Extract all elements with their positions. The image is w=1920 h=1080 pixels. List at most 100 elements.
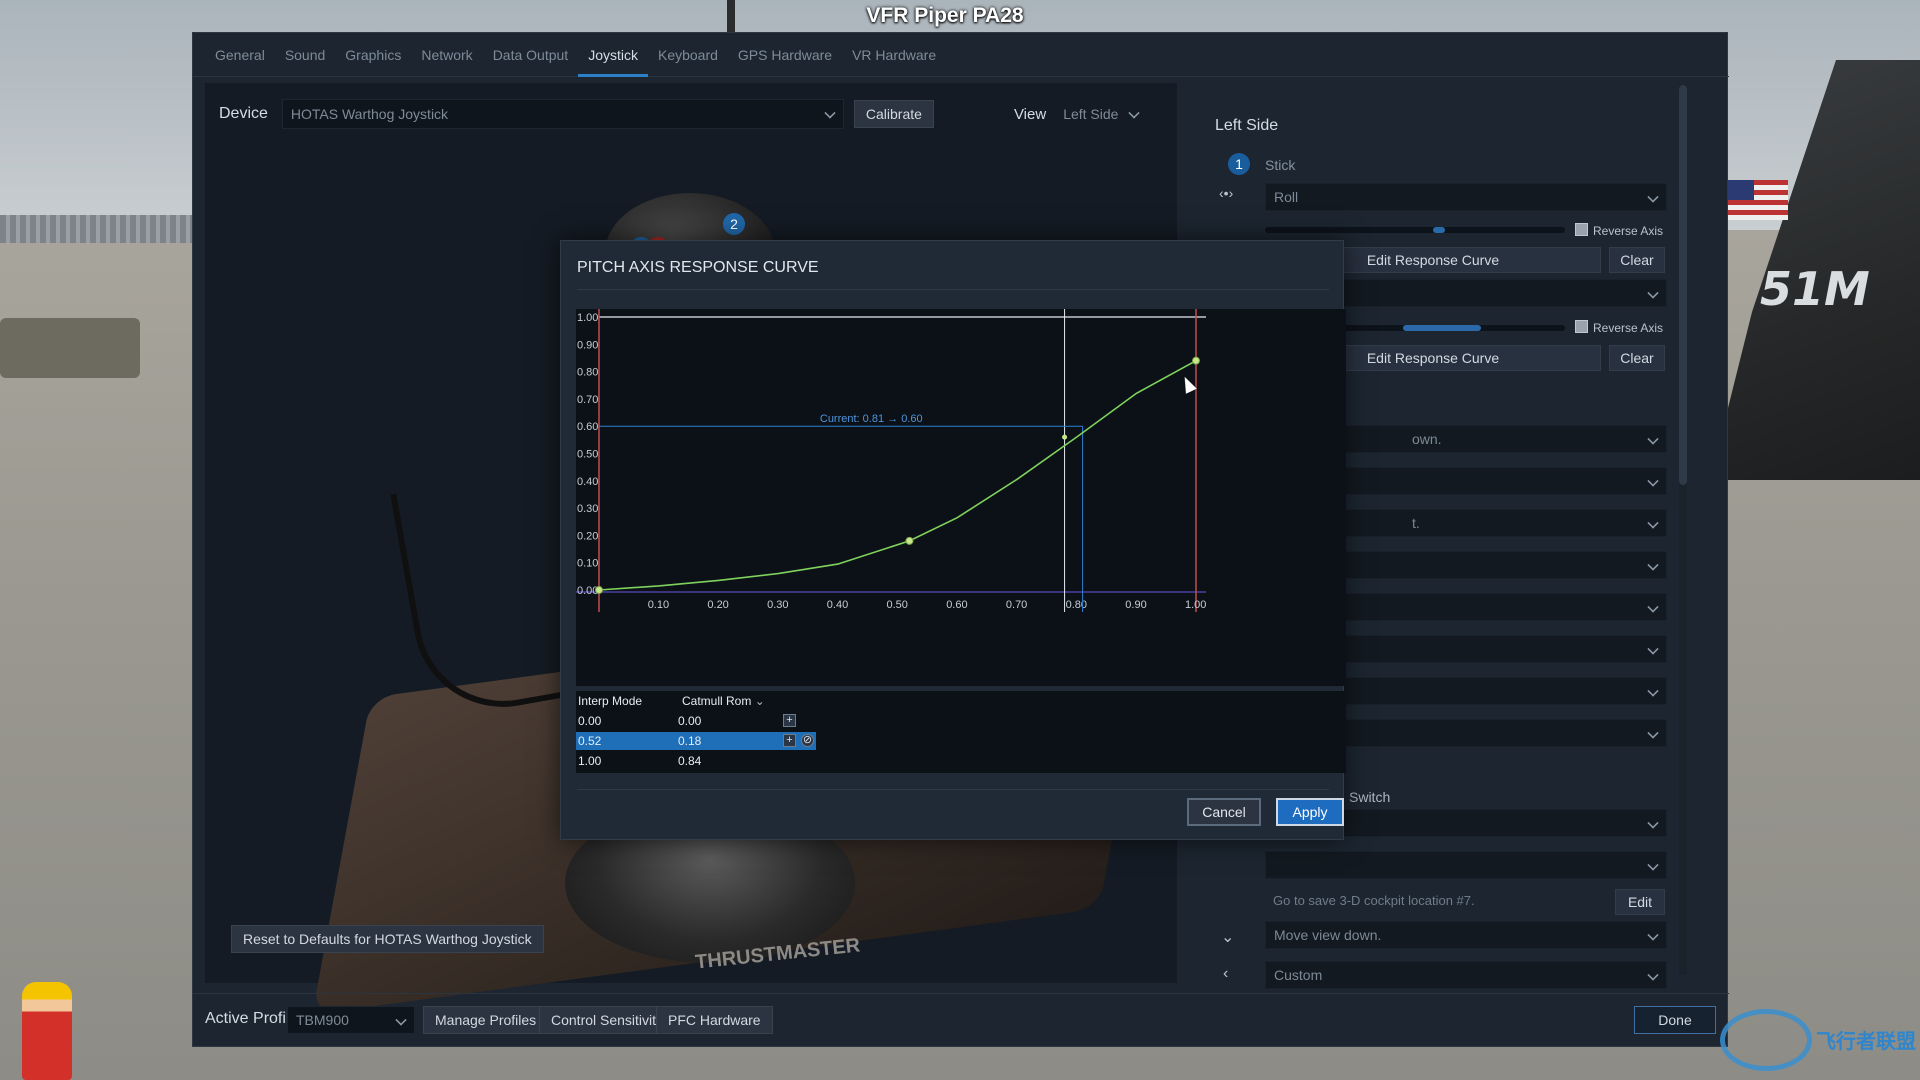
- tab-general[interactable]: General: [205, 33, 275, 77]
- add-point-button[interactable]: +: [783, 734, 796, 747]
- y-tick-label: 0.20: [577, 530, 598, 542]
- tab-bar: General Sound Graphics Network Data Outp…: [193, 33, 1729, 77]
- reverse-axis-checkbox-1[interactable]: [1575, 223, 1588, 236]
- chevron-down-icon: [1647, 287, 1659, 299]
- control-sensitivity-button[interactable]: Control Sensitivity: [539, 1006, 676, 1034]
- clear-button-1[interactable]: Clear: [1609, 247, 1665, 273]
- device-label: Device: [219, 105, 268, 122]
- point-y[interactable]: 0.84: [678, 754, 701, 768]
- interp-mode-label: Interp Mode: [578, 694, 643, 708]
- manage-profiles-button[interactable]: Manage Profiles: [423, 1006, 549, 1034]
- divider: [577, 289, 1329, 290]
- y-tick-label: 0.70: [577, 394, 598, 406]
- current-curve-marker: [1062, 434, 1068, 440]
- flag-decal: [1728, 180, 1788, 220]
- move-view-select[interactable]: Move view down.: [1265, 921, 1667, 949]
- y-tick-label: 0.10: [577, 558, 598, 570]
- tab-sound[interactable]: Sound: [275, 33, 335, 77]
- clear-button-2[interactable]: Clear: [1609, 345, 1665, 371]
- y-tick-label: 0.40: [577, 476, 598, 488]
- control-point: [905, 536, 914, 545]
- stick-badge: 1: [1228, 153, 1250, 175]
- calibrate-button[interactable]: Calibrate: [853, 100, 934, 128]
- response-curve-dialog: PITCH AXIS RESPONSE CURVE 0.00 0.10 0.20 0.…: [560, 240, 1346, 840]
- current-value-label: Current: 0.81 → 0.60: [820, 413, 923, 425]
- button-select-3-value: t.: [1412, 515, 1420, 531]
- response-curve-chart[interactable]: 0.00 0.10 0.20 0.30 0.40 0.50 0.60 0.70 0.80 0.90…: [576, 309, 1346, 686]
- scrollbar[interactable]: [1679, 85, 1687, 975]
- x-tick-label: 0.10: [648, 599, 669, 611]
- joystick-cable: [390, 466, 588, 722]
- x-tick-label: 0.70: [1006, 599, 1027, 611]
- point-x[interactable]: 1.00: [578, 754, 601, 768]
- axis-1-select[interactable]: Roll: [1265, 183, 1667, 211]
- chevron-down-icon: [1647, 817, 1659, 829]
- custom-value: Custom: [1274, 967, 1323, 983]
- switch-label: Switch: [1349, 789, 1391, 805]
- point-row-2[interactable]: 1.00 0.84: [576, 752, 816, 770]
- tab-joystick[interactable]: Joystick: [578, 33, 648, 77]
- device-select-value: HOTAS Warthog Joystick: [290, 106, 449, 122]
- move-view-value: Move view down.: [1274, 927, 1382, 943]
- control-point-table: Interp Mode Catmull Rom ⌄ 0.00 0.00 + 0.…: [576, 691, 1346, 773]
- reverse-axis-checkbox-2[interactable]: [1575, 320, 1588, 333]
- axis-1-slider[interactable]: [1265, 227, 1565, 233]
- stick-label: Stick: [1265, 157, 1296, 173]
- point-y[interactable]: 0.00: [678, 714, 701, 728]
- chevron-down-icon: ⌄: [1221, 929, 1235, 946]
- tab-vr-hardware[interactable]: VR Hardware: [842, 33, 946, 77]
- response-curve-line: [598, 359, 1197, 591]
- add-point-button[interactable]: +: [783, 714, 796, 727]
- profile-value: TBM900: [296, 1012, 349, 1028]
- reset-defaults-button[interactable]: Reset to Defaults for HOTAS Warthog Joys…: [231, 925, 544, 953]
- edit-button[interactable]: Edit: [1615, 889, 1665, 915]
- cancel-button[interactable]: Cancel: [1187, 798, 1261, 826]
- y-tick-label: 0.90: [577, 339, 598, 351]
- device-row: Device HOTAS Warthog Joystick Calibrate …: [219, 99, 1149, 129]
- y-tick-label: 1.00: [577, 312, 598, 324]
- x-tick-label: 1.00: [1185, 599, 1206, 611]
- chevron-down-icon: [1647, 643, 1659, 655]
- chevron-down-icon: [1647, 517, 1659, 529]
- point-x[interactable]: 0.52: [578, 734, 601, 748]
- switch-select-2[interactable]: [1265, 851, 1667, 879]
- axis-2-slider-fill: [1403, 325, 1481, 331]
- custom-select[interactable]: Custom: [1265, 961, 1667, 989]
- apply-button[interactable]: Apply: [1276, 798, 1344, 826]
- tab-data-output[interactable]: Data Output: [483, 33, 579, 77]
- tab-keyboard[interactable]: Keyboard: [648, 33, 728, 77]
- active-profile-label: Active Profile: [205, 1010, 299, 1027]
- remove-point-icon[interactable]: ⊘: [801, 734, 814, 747]
- watermark-logo: 飞行者联盟: [1720, 1005, 1920, 1080]
- point-row-0[interactable]: 0.00 0.00: [576, 712, 816, 730]
- done-button[interactable]: Done: [1634, 1006, 1716, 1034]
- control-point: [595, 586, 603, 594]
- scrollbar-thumb[interactable]: [1679, 85, 1687, 485]
- ground-cart: [0, 318, 140, 378]
- interp-mode-value: Catmull Rom: [682, 694, 752, 708]
- reverse-axis-label-2: Reverse Axis: [1593, 321, 1664, 335]
- x-tick-label: 0.20: [707, 599, 728, 611]
- tab-graphics[interactable]: Graphics: [335, 33, 411, 77]
- y-tick-label: 0.80: [577, 367, 598, 379]
- pfc-hardware-button[interactable]: PFC Hardware: [656, 1006, 773, 1034]
- tab-gps-hardware[interactable]: GPS Hardware: [728, 33, 842, 77]
- view-select[interactable]: Left Side: [1054, 99, 1149, 129]
- reverse-axis-label-1: Reverse Axis: [1593, 224, 1664, 238]
- chevron-down-icon: [1647, 475, 1659, 487]
- point-row-1[interactable]: 0.52 0.18: [576, 732, 816, 750]
- bottom-bar: Active Profile TBM900 Manage Profiles Co…: [193, 993, 1729, 1048]
- tab-network[interactable]: Network: [411, 33, 482, 77]
- interp-mode-select[interactable]: Catmull Rom ⌄: [676, 692, 774, 710]
- device-select[interactable]: HOTAS Warthog Joystick: [281, 99, 844, 129]
- point-x[interactable]: 0.00: [578, 714, 601, 728]
- chevron-down-icon: [1647, 929, 1659, 941]
- response-curve-svg[interactable]: 0.000.100.200.300.400.500.600.700.800.90…: [576, 309, 1346, 686]
- profile-select[interactable]: TBM900: [287, 1006, 415, 1034]
- view-label: View: [1013, 105, 1047, 123]
- x-tick-label: 0.40: [827, 599, 848, 611]
- x-tick-label: 0.60: [946, 599, 967, 611]
- chevron-left-icon: ‹: [1223, 965, 1229, 982]
- point-y[interactable]: 0.18: [678, 734, 701, 748]
- y-tick-label: 0.50: [577, 449, 598, 461]
